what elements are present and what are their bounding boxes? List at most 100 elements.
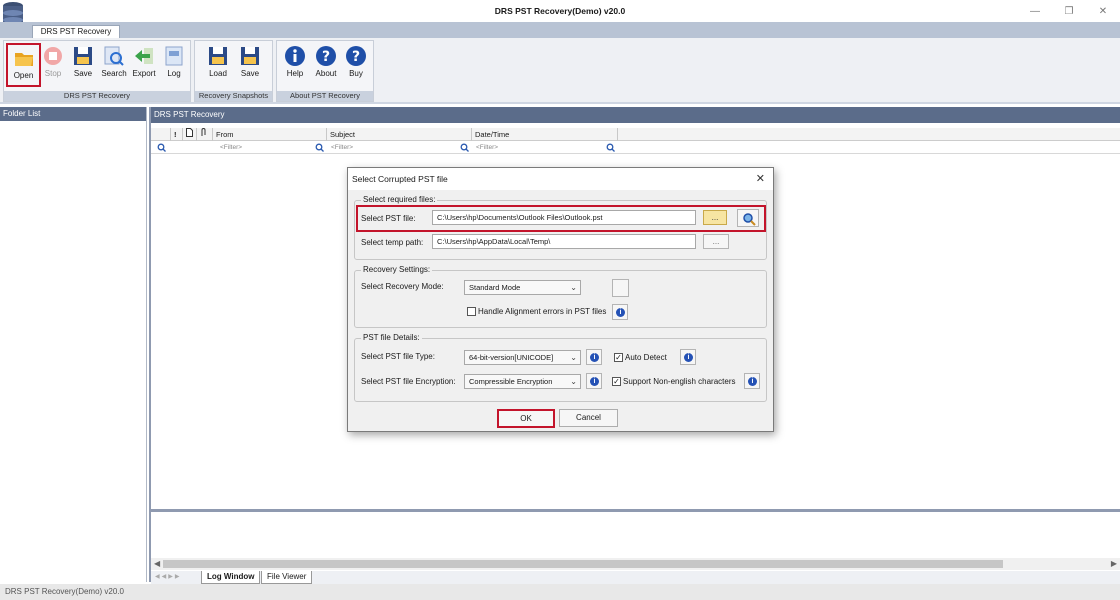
ribbon-group-snapshots: Load Save Recovery Snapshots (194, 40, 273, 102)
open-label: Open (13, 71, 34, 80)
log-button[interactable]: Log (159, 43, 189, 83)
pst-type-label: Select PST file Type: (361, 352, 435, 361)
pst-encryption-select[interactable]: Compressible Encryption ⌄ (464, 374, 581, 389)
group-label-snapshots: Recovery Snapshots (195, 91, 272, 101)
filter-subject[interactable]: <Filter> (328, 142, 458, 154)
recovery-mode-label: Select Recovery Mode: (361, 282, 444, 291)
pst-details-legend: PST file Details: (361, 333, 422, 342)
encryption-info-button[interactable]: i (586, 373, 602, 389)
recovery-settings-legend: Recovery Settings: (361, 265, 433, 274)
ribbon-group-main: Open Stop Save Search Export Log DRS PST… (3, 40, 191, 102)
auto-detect-info-button[interactable]: i (680, 349, 696, 365)
pst-details-group: PST file Details: Select PST file Type: … (354, 333, 767, 402)
auto-detect-checkbox[interactable]: ✓ (614, 353, 623, 362)
temp-path-label: Select temp path: (361, 238, 424, 247)
column-attachment[interactable] (197, 128, 213, 141)
alignment-info-button[interactable]: i (612, 304, 628, 320)
chevron-down-icon: ⌄ (570, 377, 577, 386)
column-from[interactable]: From (213, 128, 327, 141)
filter-from-icon[interactable] (315, 143, 324, 152)
title-bar: DRS PST Recovery(Demo) v20.0 — ❐ ✕ (0, 0, 1120, 35)
save-button[interactable]: Save (68, 43, 98, 83)
auto-detect-label: Auto Detect (625, 353, 667, 362)
pst-type-info-button[interactable]: i (586, 349, 602, 365)
folder-list-header: Folder List (0, 107, 146, 121)
tab-file-viewer[interactable]: File Viewer (261, 571, 313, 584)
browse-temp-button[interactable]: ... (703, 234, 729, 249)
bottom-tab-strip: ◀◀▶▶ Log Window File Viewer (151, 571, 1120, 585)
help-label: Help (286, 69, 304, 78)
export-button[interactable]: Export (129, 43, 159, 83)
search-icon (104, 46, 124, 66)
filter-from[interactable]: <Filter> (217, 142, 317, 154)
tab-nav-arrows-icon[interactable]: ◀◀▶▶ (155, 573, 181, 580)
scroll-right-icon[interactable]: ▶ (1111, 559, 1117, 568)
save-label: Save (73, 69, 93, 78)
alignment-label: Handle Alignment errors in PST files (478, 307, 607, 316)
close-button[interactable]: ✕ (1086, 0, 1120, 22)
scrollbar-thumb[interactable] (163, 560, 1003, 568)
horizontal-scrollbar[interactable]: ◀ ▶ (151, 558, 1120, 570)
group-label-about: About PST Recovery (277, 91, 373, 101)
dialog-title: Select Corrupted PST file (348, 168, 773, 190)
filter-date-icon[interactable] (606, 143, 615, 152)
svg-text:?: ? (352, 49, 360, 65)
non-english-checkbox[interactable]: ✓ (612, 377, 621, 386)
paperclip-icon (201, 128, 206, 136)
recovery-mode-extra-button[interactable] (612, 279, 629, 297)
load-snapshot-button[interactable]: Load (203, 43, 233, 83)
pst-encryption-label: Select PST file Encryption: (361, 377, 456, 386)
group-label-main: DRS PST Recovery (4, 91, 190, 101)
dialog-close-icon[interactable]: ✕ (756, 172, 765, 185)
load-label: Load (209, 69, 227, 78)
buy-label: Buy (349, 69, 363, 78)
svg-text:?: ? (322, 49, 330, 65)
chevron-down-icon: ⌄ (570, 283, 577, 292)
about-button[interactable]: ? About (311, 43, 341, 83)
column-date-time[interactable]: Date/Time (472, 128, 618, 141)
search-label: Search (101, 69, 127, 78)
help-button[interactable]: Help (280, 43, 310, 83)
folder-open-icon (14, 53, 33, 66)
search-button[interactable]: Search (99, 43, 129, 83)
folder-list-panel[interactable]: Folder List (0, 107, 147, 582)
non-english-info-button[interactable]: i (744, 373, 760, 389)
info-icon: i (616, 308, 625, 317)
scroll-left-icon[interactable]: ◀ (154, 559, 160, 568)
temp-path-input[interactable]: C:\Users\hp\AppData\Local\Temp\ (432, 234, 696, 249)
document-icon (186, 128, 193, 137)
recovery-mode-select[interactable]: Standard Mode ⌄ (464, 280, 581, 295)
filter-subject-icon[interactable] (460, 143, 469, 152)
filter-date[interactable]: <Filter> (473, 142, 603, 154)
restore-button[interactable]: ❐ (1052, 0, 1086, 22)
cancel-button[interactable]: Cancel (559, 409, 618, 427)
pst-encryption-value: Compressible Encryption (469, 377, 553, 386)
pst-type-value: 64-bit-version[UNICODE] (469, 353, 554, 362)
save-snapshot-button[interactable]: Save (235, 43, 265, 83)
open-button[interactable]: Open (6, 43, 41, 87)
column-type[interactable] (183, 128, 197, 141)
grid-header: ! From Subject Date/Time (151, 128, 1120, 141)
chevron-down-icon: ⌄ (570, 353, 577, 362)
tab-log-window[interactable]: Log Window (201, 571, 261, 584)
floppy-save-icon (241, 47, 259, 65)
alignment-checkbox[interactable] (467, 307, 476, 316)
column-selector[interactable] (151, 128, 171, 141)
about-label: About (315, 69, 337, 78)
log-window[interactable]: ◀ ▶ ◀◀▶▶ Log Window File Viewer (151, 509, 1120, 585)
pst-type-select[interactable]: 64-bit-version[UNICODE] ⌄ (464, 350, 581, 365)
recovery-mode-value: Standard Mode (469, 283, 521, 292)
filter-search-icon[interactable] (157, 143, 166, 152)
minimize-button[interactable]: — (1018, 0, 1052, 22)
ribbon-tab-strip: DRS PST Recovery (0, 22, 1120, 39)
floppy-icon (74, 47, 92, 65)
tab-drs-pst-recovery[interactable]: DRS PST Recovery (32, 25, 120, 39)
required-files-legend: Select required files: (361, 195, 438, 204)
stop-button[interactable]: Stop (38, 43, 68, 83)
ok-button[interactable]: OK (497, 409, 555, 428)
buy-button[interactable]: ? Buy (341, 43, 371, 83)
info-icon: i (590, 377, 599, 386)
column-subject[interactable]: Subject (327, 128, 472, 141)
column-importance[interactable]: ! (171, 128, 183, 141)
ribbon-group-about: Help ? About ? Buy About PST Recovery (276, 40, 374, 102)
